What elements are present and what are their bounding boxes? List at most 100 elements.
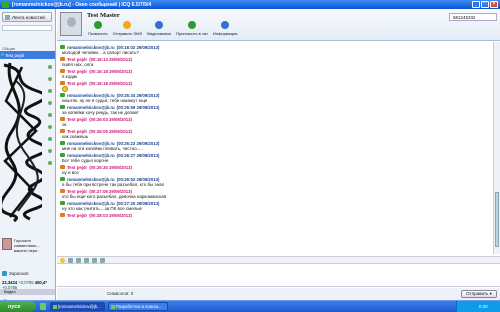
message-time: (00:26:27 29/09/2013) (116, 152, 160, 158)
taskbar-item-second[interactable]: Разработчик и поиска... (108, 302, 168, 311)
message-time: (00:26:52 29/09/2013) (116, 176, 160, 182)
message-author: romanmelnickov@jb.ru (67, 44, 115, 50)
composer-footer: Символов: 0 Отправить ▾ (57, 288, 500, 300)
taskbar: пуск [romanmelnickov@jb... Разработчик и… (0, 300, 500, 312)
message-author: Test pejdr (67, 212, 88, 218)
message-envelope-icon (60, 189, 65, 193)
chat-header: Test Master 681245332 Позвонить Отправить… (57, 9, 500, 41)
message-author: romanmelnickov@jb.ru (67, 176, 115, 182)
message-envelope-icon (60, 141, 65, 145)
zone-icon (2, 271, 7, 276)
message-envelope-icon (60, 105, 65, 109)
icq-task-icon (53, 305, 57, 309)
title-bar: [romanmelnickov@jb.ru] - Окно сообщений … (0, 0, 500, 9)
message-input[interactable] (57, 265, 500, 287)
message-envelope-icon (60, 117, 65, 121)
video-icon (155, 21, 164, 29)
message-time: (00:16:18 29/09/2013) (89, 80, 132, 86)
message-envelope-icon (60, 165, 65, 169)
chat-history: romanmelnickov@jb.ru (00:16:02 29/09/2013… (57, 42, 493, 254)
maximize-button[interactable]: □ (481, 1, 489, 8)
message-time: (00:25:34 29/09/2013) (116, 92, 160, 98)
message-author: romanmelnickov@jb.ru (67, 104, 115, 110)
message-author: Test pejdr (67, 164, 88, 170)
message-author: romanmelnickov@jb.ru (67, 140, 115, 146)
scribbled-out-contacts (2, 62, 42, 223)
message-time: (00:26:03 29/09/2013) (89, 116, 132, 122)
minimize-button[interactable]: _ (472, 1, 480, 8)
system-tray: 0:30 (456, 301, 500, 312)
message-time: (00:16:13 29/09/2013) (89, 56, 132, 62)
news-icon (5, 15, 10, 20)
quick-launch-icon[interactable] (40, 303, 46, 310)
message-envelope-icon (60, 69, 65, 73)
message-time: (00:27:06 29/09/2013) (89, 188, 132, 194)
icq-flower-icon (2, 1, 9, 8)
message-time: (00:27:20 29/09/2013) (116, 200, 160, 206)
chat-scrollbar[interactable] (493, 42, 500, 254)
taskbar-item-icq[interactable]: [romanmelnickov@jb... (50, 302, 105, 311)
zone-row[interactable]: Зороскоп (2, 271, 28, 276)
videos-bar[interactable]: Видео (0, 289, 55, 295)
message-author: Test pejdr (67, 80, 88, 86)
message-author: Test pejdr (67, 188, 88, 194)
action-phone-button[interactable]: Позвонить (88, 21, 108, 36)
file-icon[interactable] (92, 257, 97, 263)
news-feed-button[interactable]: Лента новостей (2, 12, 52, 22)
message-envelope-icon (60, 45, 65, 49)
contact-avatar[interactable] (60, 12, 82, 36)
scrollbar-thumb[interactable] (495, 192, 499, 247)
phone-icon (93, 21, 102, 29)
message-time: (00:25:59 29/09/2013) (116, 104, 160, 110)
contact-status-column (46, 61, 54, 223)
font-icon[interactable] (68, 257, 73, 263)
task-icon (111, 305, 115, 309)
uin-field[interactable]: 681245332 (449, 13, 497, 21)
window-title: [romanmelnickov@jb.ru] - Окно сообщений … (12, 1, 152, 8)
message-time: (00:26:30 29/09/2013) (89, 164, 132, 170)
message-envelope-icon (60, 153, 65, 157)
icq-message-window: [romanmelnickov@jb.ru] - Окно сообщений … (0, 0, 500, 312)
header-actions: Позвонить Отправить SMS Видеозвонок Приглас… (88, 21, 237, 36)
message-envelope-icon (60, 93, 65, 97)
smiley-icon (62, 86, 68, 92)
message-time: (00:28:03 29/09/2013) (89, 212, 132, 218)
message-envelope-icon (60, 177, 65, 181)
contact-name: Test Master (87, 12, 120, 19)
sms-icon (123, 21, 132, 29)
online-status-icon (1, 53, 4, 56)
picture-icon[interactable] (84, 257, 89, 263)
message-time: (00:16:18 29/09/2013) (89, 68, 132, 74)
chat-invite-icon (188, 21, 197, 29)
close-button[interactable]: × (490, 1, 498, 8)
start-button[interactable]: пуск (0, 301, 36, 312)
message-author: romanmelnickov@jb.ru (67, 152, 115, 158)
info-icon (221, 21, 230, 29)
action-chat-invite-button[interactable]: Пригласить в чат (176, 21, 208, 36)
send-button[interactable]: Отправить ▾ (461, 290, 497, 298)
message-envelope-icon (60, 129, 65, 133)
message-author: romanmelnickov@jb.ru (67, 92, 115, 98)
message-author: Test pejdr (67, 68, 88, 74)
widget-avatar (2, 238, 12, 250)
message-envelope-icon (60, 81, 65, 85)
smiley-icon[interactable] (60, 257, 65, 263)
message-author: romanmelnickov@jb.ru (67, 200, 115, 206)
horoscope-widget[interactable]: Гороскоп совместимо... вашего пере... (2, 238, 54, 256)
history-icon[interactable] (100, 257, 105, 263)
clock: 0:30 (479, 304, 488, 309)
contact-item-selected[interactable]: Test pejdr (0, 51, 55, 59)
message-author: Test pejdr (67, 56, 88, 62)
contact-sidebar: Лента новостей Общие Test pejdr Гороскоп… (0, 9, 56, 305)
color-icon[interactable] (76, 257, 81, 263)
action-sms-button[interactable]: Отправить SMS (113, 21, 142, 36)
contact-search-input[interactable] (2, 25, 52, 31)
action-info-button[interactable]: Информация (213, 21, 237, 36)
char-counter: Символов: 0 (107, 291, 134, 296)
action-video-button[interactable]: Видеозвонок (147, 21, 171, 36)
message-time: (00:26:05 29/09/2013) (89, 128, 132, 134)
message-envelope-icon (60, 201, 65, 205)
message-author: Test pejdr (67, 116, 88, 122)
message-time: (00:26:23 29/09/2013) (116, 140, 160, 146)
message-time: (00:16:02 29/09/2013) (116, 44, 160, 50)
